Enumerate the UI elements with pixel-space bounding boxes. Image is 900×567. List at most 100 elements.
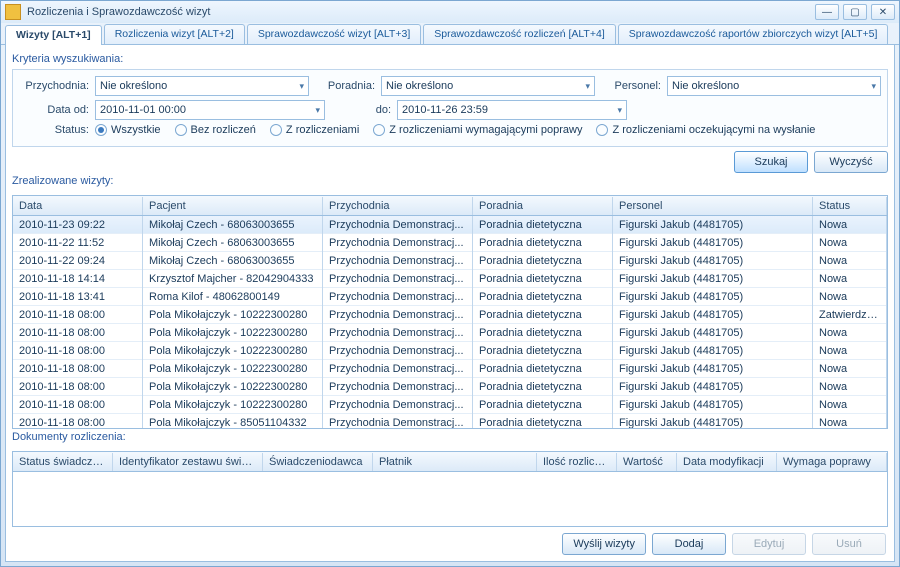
cell-pacjent: Mikołaj Czech - 68063003655 — [143, 216, 323, 234]
cell-data: 2010-11-18 08:00 — [13, 396, 143, 414]
col-doc-platnik[interactable]: Płatnik — [373, 453, 537, 471]
visits-grid-body[interactable]: 2010-11-23 09:22Mikołaj Czech - 68063003… — [13, 216, 887, 428]
dodaj-button[interactable]: Dodaj — [652, 533, 726, 555]
personel-combo[interactable]: Nie określono — [667, 76, 881, 96]
cell-data: 2010-11-23 09:22 — [13, 216, 143, 234]
cell-personel: Figurski Jakub (4481705) — [613, 414, 813, 429]
cell-personel: Figurski Jakub (4481705) — [613, 324, 813, 342]
data-od-input[interactable]: 2010-11-01 00:00 — [95, 100, 325, 120]
cell-pacjent: Mikołaj Czech - 68063003655 — [143, 252, 323, 270]
cell-pacjent: Mikołaj Czech - 68063003655 — [143, 234, 323, 252]
cell-pacjent: Pola Mikołajczyk - 10222300280 — [143, 324, 323, 342]
col-przychodnia[interactable]: Przychodnia — [323, 197, 473, 215]
maximize-button[interactable]: ▢ — [843, 4, 867, 20]
close-button[interactable]: ✕ — [871, 4, 895, 20]
usun-button[interactable]: Usuń — [812, 533, 886, 555]
cell-poradnia: Poradnia dietetyczna — [473, 396, 613, 414]
documents-label: Dokumenty rozliczenia: — [12, 431, 888, 443]
table-row[interactable]: 2010-11-18 08:00Pola Mikołajczyk - 10222… — [13, 342, 887, 360]
cell-przychodnia: Przychodnia Demonstracj... — [323, 252, 473, 270]
col-status[interactable]: Status — [813, 197, 887, 215]
status-label: Status: — [19, 124, 89, 136]
cell-status: Nowa — [813, 288, 887, 306]
data-do-input[interactable]: 2010-11-26 23:59 — [397, 100, 627, 120]
cell-przychodnia: Przychodnia Demonstracj... — [323, 216, 473, 234]
cell-poradnia: Poradnia dietetyczna — [473, 360, 613, 378]
radio-label: Bez rozliczeń — [191, 124, 256, 136]
tab-wizyty[interactable]: Wizyty [ALT+1] — [5, 25, 102, 45]
cell-pacjent: Krzysztof Majcher - 82042904333 — [143, 270, 323, 288]
table-row[interactable]: 2010-11-22 09:24Mikołaj Czech - 68063003… — [13, 252, 887, 270]
table-row[interactable]: 2010-11-23 09:22Mikołaj Czech - 68063003… — [13, 216, 887, 234]
col-poradnia[interactable]: Poradnia — [473, 197, 613, 215]
visits-grid: Data Pacjent Przychodnia Poradnia Person… — [12, 195, 888, 429]
status-radio-3[interactable]: Z rozliczeniami wymagającymi poprawy — [373, 124, 582, 136]
wyslij-wizyty-button[interactable]: Wyślij wizyty — [562, 533, 646, 555]
col-data[interactable]: Data — [13, 197, 143, 215]
cell-poradnia: Poradnia dietetyczna — [473, 414, 613, 429]
window-title: Rozliczenia i Sprawozdawczość wizyt — [27, 6, 815, 18]
table-row[interactable]: 2010-11-22 11:52Mikołaj Czech - 68063003… — [13, 234, 887, 252]
col-doc-ilosc[interactable]: Ilość rozliczeń — [537, 453, 617, 471]
status-radio-4[interactable]: Z rozliczeniami oczekującymi na wysłanie — [596, 124, 815, 136]
cell-personel: Figurski Jakub (4481705) — [613, 216, 813, 234]
tab-sprawozdawczosc-rozliczen[interactable]: Sprawozdawczość rozliczeń [ALT+4] — [423, 24, 616, 44]
table-row[interactable]: 2010-11-18 08:00Pola Mikołajczyk - 10222… — [13, 306, 887, 324]
cell-poradnia: Poradnia dietetyczna — [473, 234, 613, 252]
przychodnia-label: Przychodnia: — [19, 80, 89, 92]
cell-status: Zatwierdzona — [813, 306, 887, 324]
cell-data: 2010-11-22 11:52 — [13, 234, 143, 252]
tab-sprawozdawczosc-raportow[interactable]: Sprawozdawczość raportów zbiorczych wizy… — [618, 24, 889, 44]
table-row[interactable]: 2010-11-18 08:00Pola Mikołajczyk - 10222… — [13, 360, 887, 378]
col-personel[interactable]: Personel — [613, 197, 813, 215]
cell-przychodnia: Przychodnia Demonstracj... — [323, 306, 473, 324]
col-doc-status[interactable]: Status świadczenia — [13, 453, 113, 471]
cell-poradnia: Poradnia dietetyczna — [473, 270, 613, 288]
wyczysc-button[interactable]: Wyczyść — [814, 151, 888, 173]
table-row[interactable]: 2010-11-18 08:00Pola Mikołajczyk - 10222… — [13, 396, 887, 414]
table-row[interactable]: 2010-11-18 08:00Pola Mikołajczyk - 10222… — [13, 378, 887, 396]
cell-personel: Figurski Jakub (4481705) — [613, 360, 813, 378]
cell-przychodnia: Przychodnia Demonstracj... — [323, 324, 473, 342]
col-doc-datamod[interactable]: Data modyfikacji — [677, 453, 777, 471]
col-doc-ident[interactable]: Identyfikator zestawu świadczeń — [113, 453, 263, 471]
tab-rozliczenia[interactable]: Rozliczenia wizyt [ALT+2] — [104, 24, 245, 44]
status-radio-1[interactable]: Bez rozliczeń — [175, 124, 256, 136]
visits-grid-header: Data Pacjent Przychodnia Poradnia Person… — [13, 196, 887, 216]
app-icon — [5, 4, 21, 20]
przychodnia-combo[interactable]: Nie określono — [95, 76, 309, 96]
cell-pacjent: Roma Kilof - 48062800149 — [143, 288, 323, 306]
cell-poradnia: Poradnia dietetyczna — [473, 252, 613, 270]
edytuj-button[interactable]: Edytuj — [732, 533, 806, 555]
cell-pacjent: Pola Mikołajczyk - 10222300280 — [143, 306, 323, 324]
cell-przychodnia: Przychodnia Demonstracj... — [323, 342, 473, 360]
tab-content: Kryteria wyszukiwania: Przychodnia: Nie … — [5, 45, 895, 562]
col-doc-swiad[interactable]: Świadczeniodawca — [263, 453, 373, 471]
szukaj-button[interactable]: Szukaj — [734, 151, 808, 173]
tabbar: Wizyty [ALT+1] Rozliczenia wizyt [ALT+2]… — [1, 23, 899, 45]
tab-sprawozdawczosc-wizyt[interactable]: Sprawozdawczość wizyt [ALT+3] — [247, 24, 421, 44]
status-radio-2[interactable]: Z rozliczeniami — [270, 124, 359, 136]
minimize-button[interactable]: — — [815, 4, 839, 20]
cell-personel: Figurski Jakub (4481705) — [613, 234, 813, 252]
cell-pacjent: Pola Mikołajczyk - 10222300280 — [143, 378, 323, 396]
documents-grid-body[interactable] — [13, 472, 887, 526]
table-row[interactable]: 2010-11-18 08:00Pola Mikołajczyk - 85051… — [13, 414, 887, 428]
radio-label: Wszystkie — [111, 124, 161, 136]
app-window: Rozliczenia i Sprawozdawczość wizyt — ▢ … — [0, 0, 900, 567]
col-pacjent[interactable]: Pacjent — [143, 197, 323, 215]
status-radio-0[interactable]: Wszystkie — [95, 124, 161, 136]
cell-data: 2010-11-22 09:24 — [13, 252, 143, 270]
titlebar: Rozliczenia i Sprawozdawczość wizyt — ▢ … — [1, 1, 899, 23]
poradnia-combo[interactable]: Nie określono — [381, 76, 595, 96]
cell-poradnia: Poradnia dietetyczna — [473, 216, 613, 234]
cell-status: Nowa — [813, 396, 887, 414]
table-row[interactable]: 2010-11-18 13:41Roma Kilof - 48062800149… — [13, 288, 887, 306]
documents-grid: Status świadczenia Identyfikator zestawu… — [12, 451, 888, 527]
cell-przychodnia: Przychodnia Demonstracj... — [323, 396, 473, 414]
col-doc-wymaga[interactable]: Wymaga poprawy — [777, 453, 887, 471]
table-row[interactable]: 2010-11-18 08:00Pola Mikołajczyk - 10222… — [13, 324, 887, 342]
table-row[interactable]: 2010-11-18 14:14Krzysztof Majcher - 8204… — [13, 270, 887, 288]
col-doc-wartosc[interactable]: Wartość — [617, 453, 677, 471]
radio-label: Z rozliczeniami — [286, 124, 359, 136]
